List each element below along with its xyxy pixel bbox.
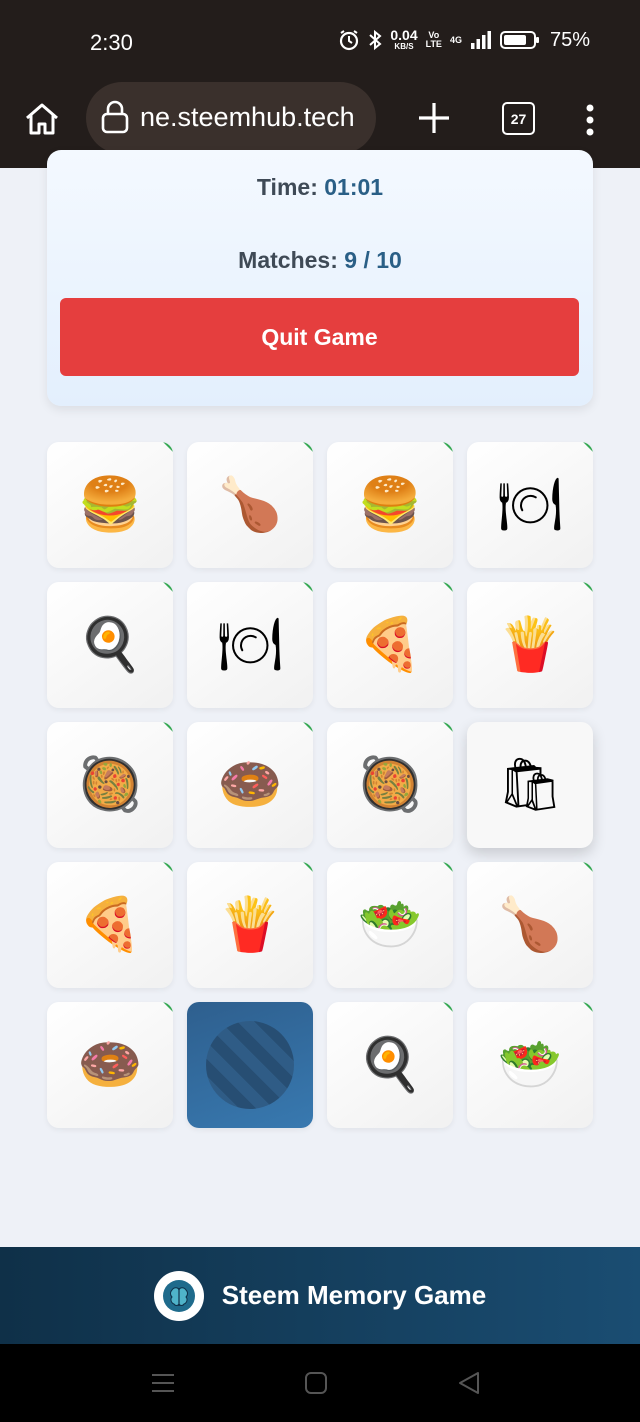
- memory-card[interactable]: 🍗: [187, 442, 313, 568]
- memory-card[interactable]: 🍽: [187, 582, 313, 708]
- breakfast-plate-icon: 🍳: [357, 1035, 423, 1095]
- pizza-icon: 🍕: [77, 895, 143, 955]
- home-nav-icon[interactable]: [303, 1370, 329, 1396]
- matched-indicator: [583, 442, 593, 452]
- address-bar[interactable]: ne.steemhub.tech: [86, 82, 376, 154]
- memory-card[interactable]: [187, 1002, 313, 1128]
- timer-label: Time:: [256, 174, 318, 200]
- battery-icon: [499, 31, 539, 49]
- memory-card[interactable]: 🍕: [327, 582, 453, 708]
- takeaway-bag-icon: 🛍: [496, 755, 563, 815]
- frying-pan-breakfast-icon: 🥘: [77, 755, 143, 815]
- timer-display: Time: 01:01: [47, 174, 593, 201]
- memory-card[interactable]: 🍽: [467, 442, 593, 568]
- matched-indicator: [303, 582, 313, 592]
- quit-game-button[interactable]: Quit Game: [60, 298, 579, 376]
- memory-card[interactable]: 🛍: [467, 722, 593, 848]
- system-nav-bar: [0, 1344, 640, 1422]
- burger-fries-drink-icon: 🍟: [217, 895, 283, 955]
- plate-cutlery-icon: 🍽: [216, 615, 283, 675]
- memory-card[interactable]: 🥘: [47, 722, 173, 848]
- tab-count-button[interactable]: 27: [502, 102, 535, 135]
- memory-card[interactable]: 🥘: [327, 722, 453, 848]
- memory-card[interactable]: 🍔: [327, 442, 453, 568]
- matched-indicator: [583, 1002, 593, 1012]
- network-speed: 0.04 KB/S: [390, 27, 418, 51]
- matched-indicator: [443, 582, 453, 592]
- donut-icon: 🍩: [217, 755, 283, 815]
- fast-food-combo-icon: 🍔: [357, 475, 423, 535]
- lock-icon: [101, 100, 129, 134]
- roast-chicken-icon: 🍗: [497, 895, 563, 955]
- matched-indicator: [163, 862, 173, 872]
- matched-indicator: [443, 442, 453, 452]
- healthy-groceries-icon: 🥗: [497, 1035, 563, 1095]
- screen: 2:30 0.04 KB/S Vo LTE 4G 75% ne.steemhub…: [0, 0, 640, 1422]
- matched-indicator: [443, 722, 453, 732]
- alarm-icon: [340, 30, 359, 51]
- recent-apps-icon[interactable]: [150, 1370, 176, 1396]
- card-grid: 🍔 🍗 🍔 🍽 🍳 🍽 🍕 🍟 🥘 🍩 🥘 🛍 🍕 🍟 🥗 🍗 🍩 🍳 🥗: [47, 442, 593, 1128]
- memory-card[interactable]: 🍩: [47, 1002, 173, 1128]
- healthy-groceries-icon: 🥗: [357, 895, 423, 955]
- url-text[interactable]: ne.steemhub.tech: [140, 102, 355, 133]
- timer-value: 01:01: [324, 174, 384, 200]
- memory-card[interactable]: 🍔: [47, 442, 173, 568]
- home-icon[interactable]: [22, 99, 62, 139]
- matches-display: Matches: 9 / 10: [47, 247, 593, 274]
- new-tab-icon[interactable]: [414, 98, 454, 138]
- donut-icon: 🍩: [77, 1035, 143, 1095]
- brain-icon: [153, 1270, 204, 1321]
- memory-card[interactable]: 🥗: [467, 1002, 593, 1128]
- matched-indicator: [163, 722, 173, 732]
- memory-card[interactable]: 🍟: [187, 862, 313, 988]
- memory-card[interactable]: 🥗: [327, 862, 453, 988]
- memory-card[interactable]: 🍳: [47, 582, 173, 708]
- card-back-pattern: [206, 1021, 294, 1109]
- matched-indicator: [303, 862, 313, 872]
- matches-label: Matches:: [238, 247, 338, 273]
- matched-indicator: [443, 1002, 453, 1012]
- plate-cutlery-icon: 🍽: [496, 475, 563, 535]
- matched-indicator: [303, 442, 313, 452]
- battery-percent: 75%: [549, 28, 590, 51]
- memory-card[interactable]: 🍳: [327, 1002, 453, 1128]
- app-title: Steem Memory Game: [221, 1280, 487, 1310]
- frying-pan-breakfast-icon: 🥘: [357, 755, 423, 815]
- matched-indicator: [583, 582, 593, 592]
- memory-card[interactable]: 🍟: [467, 582, 593, 708]
- more-options-icon[interactable]: [580, 100, 600, 140]
- matched-indicator: [163, 1002, 173, 1012]
- game-info-panel: Time: 01:01 Matches: 9 / 10 Quit Game: [47, 150, 593, 406]
- signal-icon: [470, 31, 491, 49]
- burger-fries-drink-icon: 🍟: [497, 615, 563, 675]
- status-time: 2:30: [90, 30, 133, 55]
- memory-card[interactable]: 🍩: [187, 722, 313, 848]
- back-icon[interactable]: [456, 1370, 482, 1396]
- bluetooth-icon: [369, 29, 382, 51]
- fast-food-combo-icon: 🍔: [77, 475, 143, 535]
- status-icons: 0.04 KB/S Vo LTE 4G 75%: [338, 28, 590, 52]
- volte-indicator: Vo LTE: [425, 30, 442, 49]
- roast-chicken-icon: 🍗: [217, 475, 283, 535]
- memory-card[interactable]: 🍕: [47, 862, 173, 988]
- breakfast-plate-icon: 🍳: [77, 615, 143, 675]
- matched-indicator: [163, 582, 173, 592]
- status-bar: 2:30 0.04 KB/S Vo LTE 4G 75%: [0, 0, 640, 84]
- pizza-icon: 🍕: [357, 615, 423, 675]
- matched-indicator: [443, 862, 453, 872]
- app-footer: Steem Memory Game: [0, 1247, 640, 1344]
- matched-indicator: [163, 442, 173, 452]
- network-type: 4G: [449, 34, 462, 45]
- memory-card[interactable]: 🍗: [467, 862, 593, 988]
- matches-value: 9 / 10: [344, 247, 402, 273]
- matched-indicator: [303, 722, 313, 732]
- matched-indicator: [583, 862, 593, 872]
